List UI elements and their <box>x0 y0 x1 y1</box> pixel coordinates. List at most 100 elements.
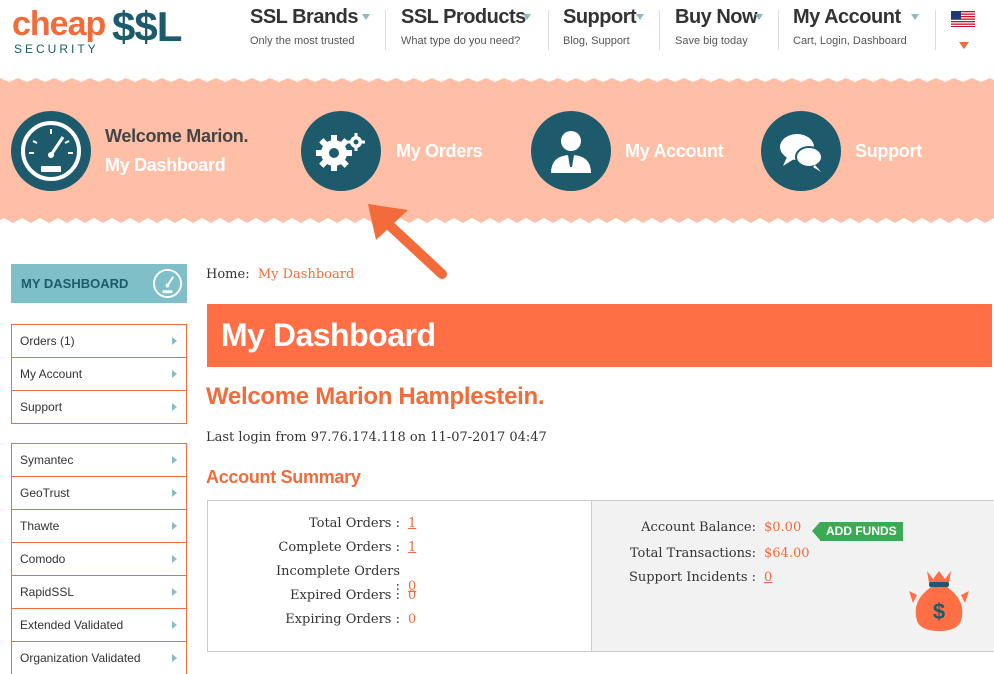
chevron-right-icon <box>172 403 177 411</box>
summary-label: Support Incidents : <box>628 570 756 585</box>
banner-welcome: Welcome Marion. <box>105 126 249 146</box>
complete-orders-link[interactable]: 1 <box>408 540 416 555</box>
us-flag-icon[interactable] <box>951 11 975 27</box>
nav-title: SSL Products <box>401 6 526 28</box>
logo[interactable]: cheap $$L SECURITY <box>12 4 212 60</box>
chevron-right-icon <box>172 555 177 563</box>
account-summary-panel: Total Orders :1 Complete Orders :1 Incom… <box>207 500 994 652</box>
nav-subtitle: Blog, Support <box>563 35 630 47</box>
expiring-orders-value: 0 <box>408 612 417 627</box>
banner-account-label[interactable]: My Account <box>625 141 724 162</box>
gauge-icon <box>21 121 81 181</box>
nav-subtitle: Only the most trusted <box>250 35 355 47</box>
welcome-heading: Welcome Marion Hamplestein. <box>206 383 545 410</box>
support-incidents-link[interactable]: 0 <box>764 570 772 585</box>
summary-label: Total Orders : <box>308 516 400 531</box>
chevron-right-icon <box>172 588 177 596</box>
sidebar-brand-menu: Symantec GeoTrust Thawte Comodo RapidSSL… <box>11 443 187 674</box>
dashboard-banner <box>0 78 994 228</box>
sidebar-item-label: Support <box>20 400 63 414</box>
user-icon <box>551 131 591 173</box>
sidebar-item-label: GeoTrust <box>20 486 70 500</box>
page-title-bar: My Dashboard <box>207 304 992 367</box>
sidebar-account-menu: Orders (1) My Account Support <box>11 324 187 424</box>
sidebar-item-organization-validated[interactable]: Organization Validated <box>12 642 186 674</box>
sidebar-item-my-account[interactable]: My Account <box>12 358 186 391</box>
gauge-icon <box>152 268 183 299</box>
svg-text:$: $ <box>933 599 945 624</box>
nav-buy-now[interactable]: Buy Now Save big today <box>675 6 763 52</box>
summary-row-total-orders: Total Orders : 1 <box>268 516 416 531</box>
account-summary-heading: Account Summary <box>206 467 361 487</box>
banner-support-label[interactable]: Support <box>855 141 922 162</box>
banner-dashboard-label[interactable]: My Dashboard <box>105 155 226 176</box>
sidebar-item-extended-validated[interactable]: Extended Validated <box>12 609 186 642</box>
sidebar-item-support[interactable]: Support <box>12 391 186 423</box>
summary-label: Expired Orders : <box>290 588 400 603</box>
banner-background <box>0 78 994 223</box>
my-account-link[interactable] <box>531 111 611 191</box>
pointer-arrow-icon <box>368 204 447 279</box>
gears-icon <box>316 133 365 171</box>
dashboard-link[interactable] <box>11 111 91 191</box>
nav-subtitle: Save big today <box>675 35 748 47</box>
sidebar-item-comodo[interactable]: Comodo <box>12 543 186 576</box>
sidebar-item-symantec[interactable]: Symantec <box>12 444 186 477</box>
last-login-info: Last login from 97.76.174.118 on 11-07-2… <box>206 430 547 445</box>
nav-divider <box>935 10 936 50</box>
logo-word-ssl: $$L <box>112 3 182 50</box>
total-orders-link[interactable]: 1 <box>408 516 416 531</box>
sidebar-item-label: Comodo <box>20 552 66 566</box>
support-link[interactable] <box>761 111 841 191</box>
sidebar-item-label: Symantec <box>20 453 74 467</box>
sidebar-item-orders[interactable]: Orders (1) <box>12 325 186 358</box>
nav-divider <box>778 10 779 50</box>
nav-ssl-products[interactable]: SSL Products What type do you need? <box>401 6 531 52</box>
logo-tagline: SECURITY <box>14 42 99 56</box>
breadcrumb-separator: : <box>245 267 250 282</box>
add-funds-button[interactable]: ADD FUNDS <box>812 522 903 541</box>
language-dropdown-icon[interactable] <box>959 42 969 49</box>
nav-my-account[interactable]: My Account Cart, Login, Dashboard <box>793 6 919 52</box>
breadcrumb-current: My Dashboard <box>257 267 355 282</box>
balance-value: $0.00 <box>764 520 802 535</box>
summary-row-incidents: Support Incidents : 0 <box>618 570 772 585</box>
nav-title: Support <box>563 6 637 28</box>
nav-ssl-brands[interactable]: SSL Brands Only the most trusted <box>250 6 370 52</box>
nav-title: My Account <box>793 6 901 28</box>
summary-label: Account Balance: <box>641 520 756 535</box>
logo-word-cheap: cheap <box>12 5 106 43</box>
summary-row-complete-orders: Complete Orders : 1 <box>268 540 416 555</box>
chevron-right-icon <box>172 522 177 530</box>
nav-title: SSL Brands <box>250 6 359 28</box>
summary-row-expiring-orders: Expiring Orders : 0 <box>268 612 416 627</box>
chevron-down-icon <box>523 14 531 20</box>
sidebar-item-label: Thawte <box>20 519 60 533</box>
chevron-down-icon <box>636 14 644 20</box>
chevron-right-icon <box>172 621 177 629</box>
summary-label: Total Transactions: <box>629 546 756 561</box>
nav-title: Buy Now <box>675 6 758 28</box>
sidebar-item-label: Organization Validated <box>20 651 141 665</box>
nav-support[interactable]: Support Blog, Support <box>563 6 644 52</box>
breadcrumb-home[interactable]: Home <box>206 267 245 282</box>
nav-divider <box>548 10 549 50</box>
nav-divider <box>385 10 386 50</box>
site-header: cheap $$L SECURITY SSL Brands Only the m… <box>0 0 994 78</box>
sidebar-item-thawte[interactable]: Thawte <box>12 510 186 543</box>
banner-orders-label[interactable]: My Orders <box>396 141 483 162</box>
my-orders-link[interactable] <box>301 111 381 191</box>
sidebar-item-label: My Account <box>20 367 83 381</box>
nav-subtitle: Cart, Login, Dashboard <box>793 35 907 47</box>
nav-divider <box>659 10 660 50</box>
sidebar-item-geotrust[interactable]: GeoTrust <box>12 477 186 510</box>
chevron-down-icon <box>755 14 763 20</box>
sidebar-heading[interactable]: MY DASHBOARD <box>11 264 187 303</box>
transactions-value: $64.00 <box>764 546 810 561</box>
sidebar-item-rapidssl[interactable]: RapidSSL <box>12 576 186 609</box>
sidebar-heading-label: MY DASHBOARD <box>21 276 129 291</box>
chat-bubbles-icon <box>780 134 823 172</box>
expired-orders-value: 0 <box>408 588 417 603</box>
summary-row-transactions: Total Transactions: $64.00 <box>618 546 810 561</box>
summary-row-expired-orders: Expired Orders : 0 <box>268 588 416 603</box>
